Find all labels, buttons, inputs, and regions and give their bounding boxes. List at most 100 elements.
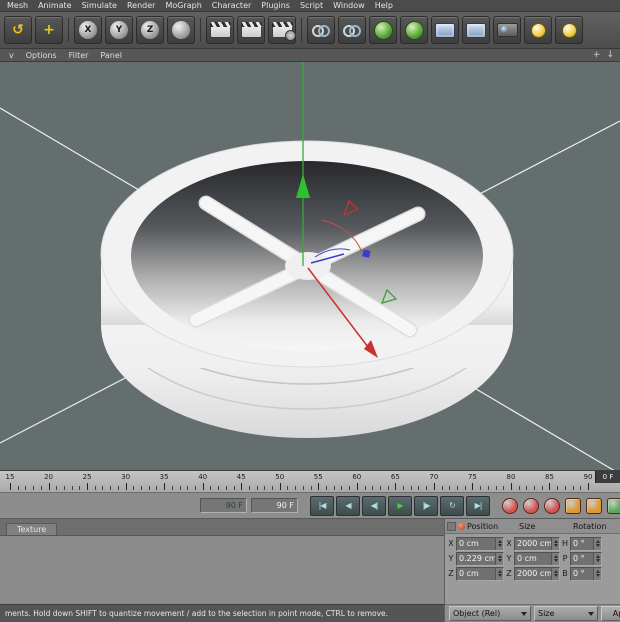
bottom-panels: Texture ments. Hold down SHIFT to quanti… bbox=[0, 519, 620, 622]
instance-button[interactable] bbox=[338, 16, 366, 44]
ruler-tick bbox=[164, 483, 165, 490]
ruler-tick bbox=[203, 483, 204, 490]
ruler-tick bbox=[465, 486, 466, 490]
ruler-tick bbox=[33, 486, 34, 490]
size-x-field[interactable]: 2000 cm bbox=[514, 537, 560, 551]
size-z-field[interactable]: 2000 cm bbox=[514, 567, 560, 581]
rotation-h-field[interactable]: 0 ° bbox=[570, 537, 602, 551]
play-backward-button[interactable]: ◀ bbox=[336, 496, 360, 516]
size-mode-dropdown[interactable]: Size bbox=[534, 606, 598, 621]
modeling-axis-button[interactable] bbox=[307, 16, 335, 44]
menu-window[interactable]: Window bbox=[328, 1, 370, 10]
spinner-icon[interactable] bbox=[551, 568, 559, 580]
menu-help[interactable]: Help bbox=[370, 1, 398, 10]
ruler-tick bbox=[264, 486, 265, 490]
instance-glyph bbox=[343, 24, 361, 36]
light-glyph bbox=[531, 23, 546, 38]
dock-icon[interactable]: ↓ bbox=[606, 50, 614, 60]
apply-button[interactable]: Apply bbox=[601, 606, 620, 621]
viewport-menu-v[interactable]: v bbox=[3, 51, 20, 60]
tube-model[interactable] bbox=[101, 141, 513, 438]
loop-playback-button[interactable]: ↻ bbox=[440, 496, 464, 516]
primitive-object-button[interactable] bbox=[369, 16, 397, 44]
frame-end-field[interactable]: 90 F bbox=[251, 498, 298, 513]
panel-lock-icon[interactable] bbox=[447, 522, 456, 531]
spinner-icon[interactable] bbox=[593, 538, 601, 550]
previous-frame-button[interactable]: ◀| bbox=[362, 496, 386, 516]
size-y-field[interactable]: 0 cm bbox=[514, 552, 560, 566]
position-x-field[interactable]: 0 cm bbox=[456, 537, 504, 551]
timeline-ruler[interactable]: 0 F 15202530354045505560657075808590 bbox=[0, 470, 620, 492]
render-picture-viewer-glyph bbox=[241, 22, 262, 38]
ruler-tick bbox=[149, 486, 150, 490]
z-axis-handle[interactable] bbox=[362, 249, 370, 257]
viewport[interactable] bbox=[0, 62, 620, 470]
ruler-tick bbox=[511, 483, 512, 490]
spinner-icon[interactable] bbox=[495, 568, 503, 580]
light-target-button[interactable] bbox=[555, 16, 583, 44]
record-keyframe-button[interactable] bbox=[502, 498, 518, 514]
menu-mograph[interactable]: MoGraph bbox=[160, 1, 206, 10]
spinner-icon[interactable] bbox=[551, 538, 559, 550]
autokey-button[interactable] bbox=[523, 498, 539, 514]
goto-end-button[interactable]: ▶| bbox=[466, 496, 490, 516]
menu-animate[interactable]: Animate bbox=[33, 1, 77, 10]
viewport-menu-filter[interactable]: Filter bbox=[63, 51, 95, 60]
menu-plugins[interactable]: Plugins bbox=[256, 1, 295, 10]
texture-panel-body[interactable] bbox=[0, 536, 444, 604]
viewport-menu-panel[interactable]: Panel bbox=[94, 51, 128, 60]
goto-start-button[interactable]: |◀ bbox=[310, 496, 334, 516]
ruler-tick bbox=[234, 486, 235, 490]
lock-z-axis-button[interactable]: Z bbox=[136, 16, 164, 44]
ruler-tick bbox=[280, 483, 281, 490]
current-frame-box[interactable]: 0 F bbox=[595, 471, 620, 483]
move-tool-icon[interactable]: + bbox=[35, 16, 63, 44]
menu-script[interactable]: Script bbox=[295, 1, 328, 10]
pan-view-icon[interactable]: + bbox=[593, 50, 601, 60]
object-mode-dropdown[interactable]: Object (Rel) bbox=[449, 606, 531, 621]
spinner-icon[interactable] bbox=[495, 538, 503, 550]
position-y-field[interactable]: 0.229 cm bbox=[456, 552, 504, 566]
coordinate-system-button[interactable] bbox=[167, 16, 195, 44]
spinner-icon[interactable] bbox=[495, 553, 503, 565]
ruler-tick bbox=[257, 486, 258, 490]
undo-icon[interactable]: ↺ bbox=[4, 16, 32, 44]
rotation-p-field[interactable]: 0 ° bbox=[570, 552, 602, 566]
spinner-icon[interactable] bbox=[593, 568, 601, 580]
camera-button[interactable] bbox=[493, 16, 521, 44]
position-x-label: X bbox=[447, 539, 455, 548]
texture-tab[interactable]: Texture bbox=[6, 523, 57, 535]
spinner-icon[interactable] bbox=[593, 553, 601, 565]
key-position-button[interactable] bbox=[565, 498, 581, 514]
ruler-tick bbox=[180, 486, 181, 490]
ruler-tick bbox=[49, 483, 50, 490]
viewport-settings-button[interactable] bbox=[462, 16, 490, 44]
metaball-object-button[interactable] bbox=[400, 16, 428, 44]
render-view-button[interactable] bbox=[206, 16, 234, 44]
menu-mesh[interactable]: Mesh bbox=[2, 1, 33, 10]
menu-render[interactable]: Render bbox=[122, 1, 160, 10]
rotation-b-field[interactable]: 0 ° bbox=[570, 567, 602, 581]
menu-simulate[interactable]: Simulate bbox=[77, 1, 122, 10]
key-rotation-button[interactable] bbox=[607, 498, 620, 514]
position-z-field[interactable]: 0 cm bbox=[456, 567, 504, 581]
record-selection-button[interactable] bbox=[544, 498, 560, 514]
render-settings-button[interactable] bbox=[268, 16, 296, 44]
next-frame-button[interactable]: |▶ bbox=[414, 496, 438, 516]
key-scale-button[interactable] bbox=[586, 498, 602, 514]
ruler-tick bbox=[295, 486, 296, 490]
frame-start-field[interactable]: 90 F bbox=[200, 498, 247, 513]
play-forward-button[interactable]: ▶ bbox=[388, 496, 412, 516]
viewport-menu-options[interactable]: Options bbox=[20, 51, 63, 60]
lock-x-axis-button[interactable]: X bbox=[74, 16, 102, 44]
lock-y-axis-button[interactable]: Y bbox=[105, 16, 133, 44]
spinner-icon[interactable] bbox=[551, 553, 559, 565]
ruler-tick bbox=[573, 486, 574, 490]
coordinates-icon bbox=[458, 523, 465, 530]
menu-character[interactable]: Character bbox=[207, 1, 257, 10]
render-picture-viewer-button[interactable] bbox=[237, 16, 265, 44]
light-button[interactable] bbox=[524, 16, 552, 44]
ruler-tick bbox=[357, 483, 358, 490]
chevron-down-icon bbox=[521, 612, 527, 616]
display-settings-button[interactable] bbox=[431, 16, 459, 44]
